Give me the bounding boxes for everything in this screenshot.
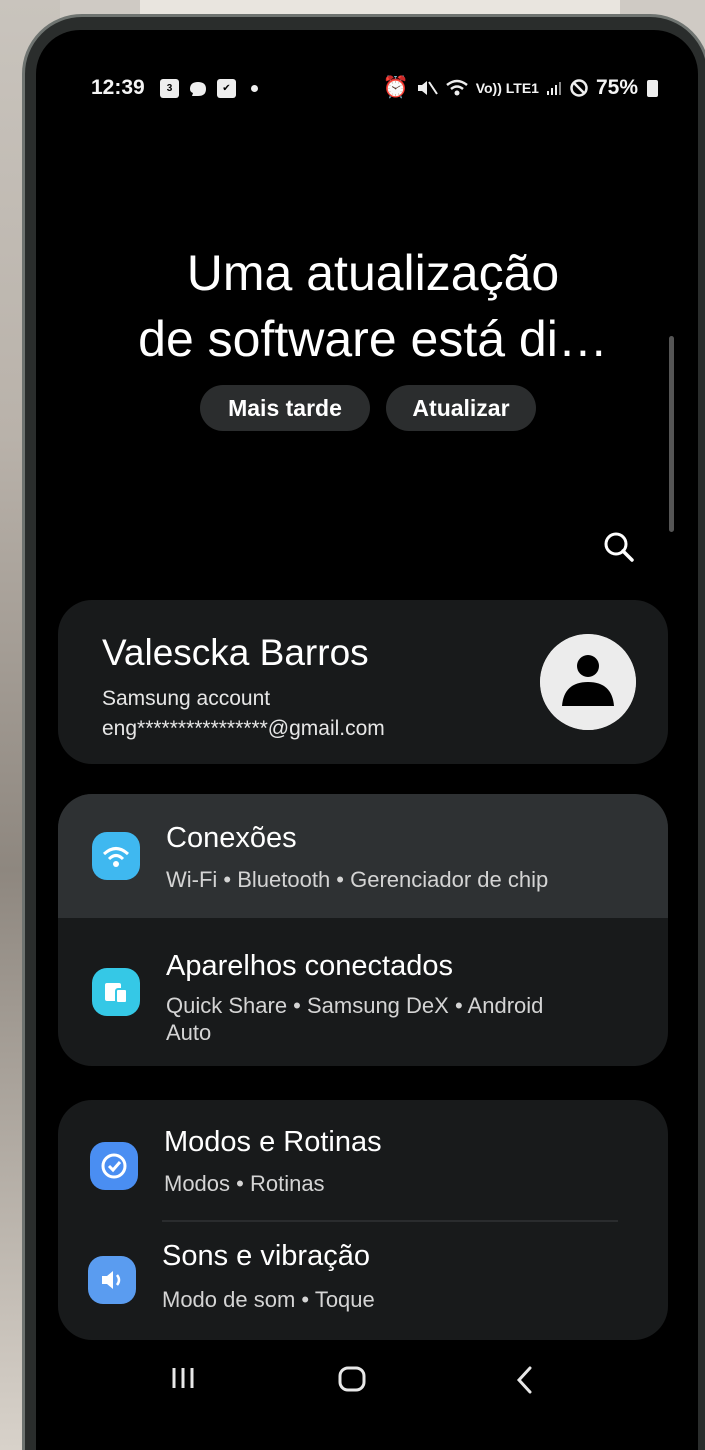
connections-title: Conexões [166, 822, 297, 854]
checkbox-notification-icon: ✔ [217, 79, 236, 98]
connected-devices-subtitle-line1: Quick Share • Samsung DeX • Android [166, 993, 544, 1018]
battery-icon [647, 79, 658, 97]
update-title-line2: de software está di… [138, 311, 608, 367]
settings-group-2: Modos e Rotinas Modos • Rotinas Sons e v… [58, 1100, 668, 1340]
sounds-title: Sons e vibração [162, 1240, 370, 1272]
calendar-icon: 3 [160, 79, 179, 98]
connected-devices-subtitle: Quick Share • Samsung DeX • Android Auto [166, 992, 543, 1046]
account-name: Valescka Barros [102, 632, 369, 673]
more-notifications-dot [251, 85, 258, 92]
account-provider: Samsung account [102, 687, 271, 710]
system-status-icons: ⏰ Vo)) LTE1 75% [383, 76, 658, 100]
connected-devices-subtitle-line2: Auto [166, 1020, 212, 1045]
sounds-subtitle: Modo de som • Toque [162, 1287, 375, 1312]
messenger-icon [190, 81, 206, 96]
update-title-line1: Uma atualização [186, 245, 560, 301]
notification-icons: 3 ✔ [160, 79, 258, 98]
do-not-disturb-icon [570, 79, 588, 97]
wifi-status-icon [445, 79, 468, 96]
scrollbar[interactable] [669, 336, 674, 532]
settings-item-connected-devices[interactable]: Aparelhos conectados Quick Share • Samsu… [58, 918, 668, 1066]
settings-item-modes-routines[interactable]: Modos e Rotinas Modos • Rotinas [58, 1100, 668, 1218]
settings-group-1: Conexões Wi-Fi • Bluetooth • Gerenciador… [58, 794, 668, 1066]
user-avatar-icon[interactable] [540, 634, 636, 730]
account-email: eng****************@gmail.com [102, 717, 385, 740]
wifi-icon [92, 832, 140, 880]
status-bar: 12:39 3 ✔ ⏰ Vo)) LTE1 75% [36, 76, 698, 110]
home-icon[interactable] [336, 1363, 368, 1395]
navigation-bar [36, 1345, 698, 1415]
update-banner-title: Uma atualização de software está di… [36, 240, 698, 372]
recent-apps-icon[interactable] [168, 1363, 198, 1393]
settings-item-sounds[interactable]: Sons e vibração Modo de som • Toque [58, 1222, 668, 1340]
update-button[interactable]: Atualizar [386, 385, 536, 431]
modes-routines-subtitle: Modos • Rotinas [164, 1171, 325, 1196]
later-button[interactable]: Mais tarde [200, 385, 370, 431]
battery-percentage: 75% [595, 76, 638, 99]
modes-routines-title: Modos e Rotinas [164, 1126, 382, 1158]
account-card[interactable]: Valescka Barros Samsung account eng*****… [58, 600, 668, 764]
signal-icon [546, 82, 561, 95]
account-details: Samsung account eng****************@gmai… [102, 684, 385, 744]
speaker-icon [88, 1256, 136, 1304]
connections-subtitle: Wi-Fi • Bluetooth • Gerenciador de chip [166, 867, 549, 892]
connected-devices-icon [92, 968, 140, 1016]
mute-icon [417, 81, 438, 95]
alarm-icon: ⏰ [382, 76, 409, 99]
settings-item-connections[interactable]: Conexões Wi-Fi • Bluetooth • Gerenciador… [58, 794, 668, 918]
network-type: Vo)) LTE1 [475, 80, 539, 96]
connected-devices-title: Aparelhos conectados [166, 950, 453, 982]
status-time: 12:39 [91, 76, 145, 99]
phone-screen: 12:39 3 ✔ ⏰ Vo)) LTE1 75% Uma atualizaçã… [36, 30, 698, 1450]
search-icon[interactable] [602, 530, 636, 564]
back-icon[interactable] [510, 1363, 540, 1397]
modes-routines-icon [90, 1142, 138, 1190]
